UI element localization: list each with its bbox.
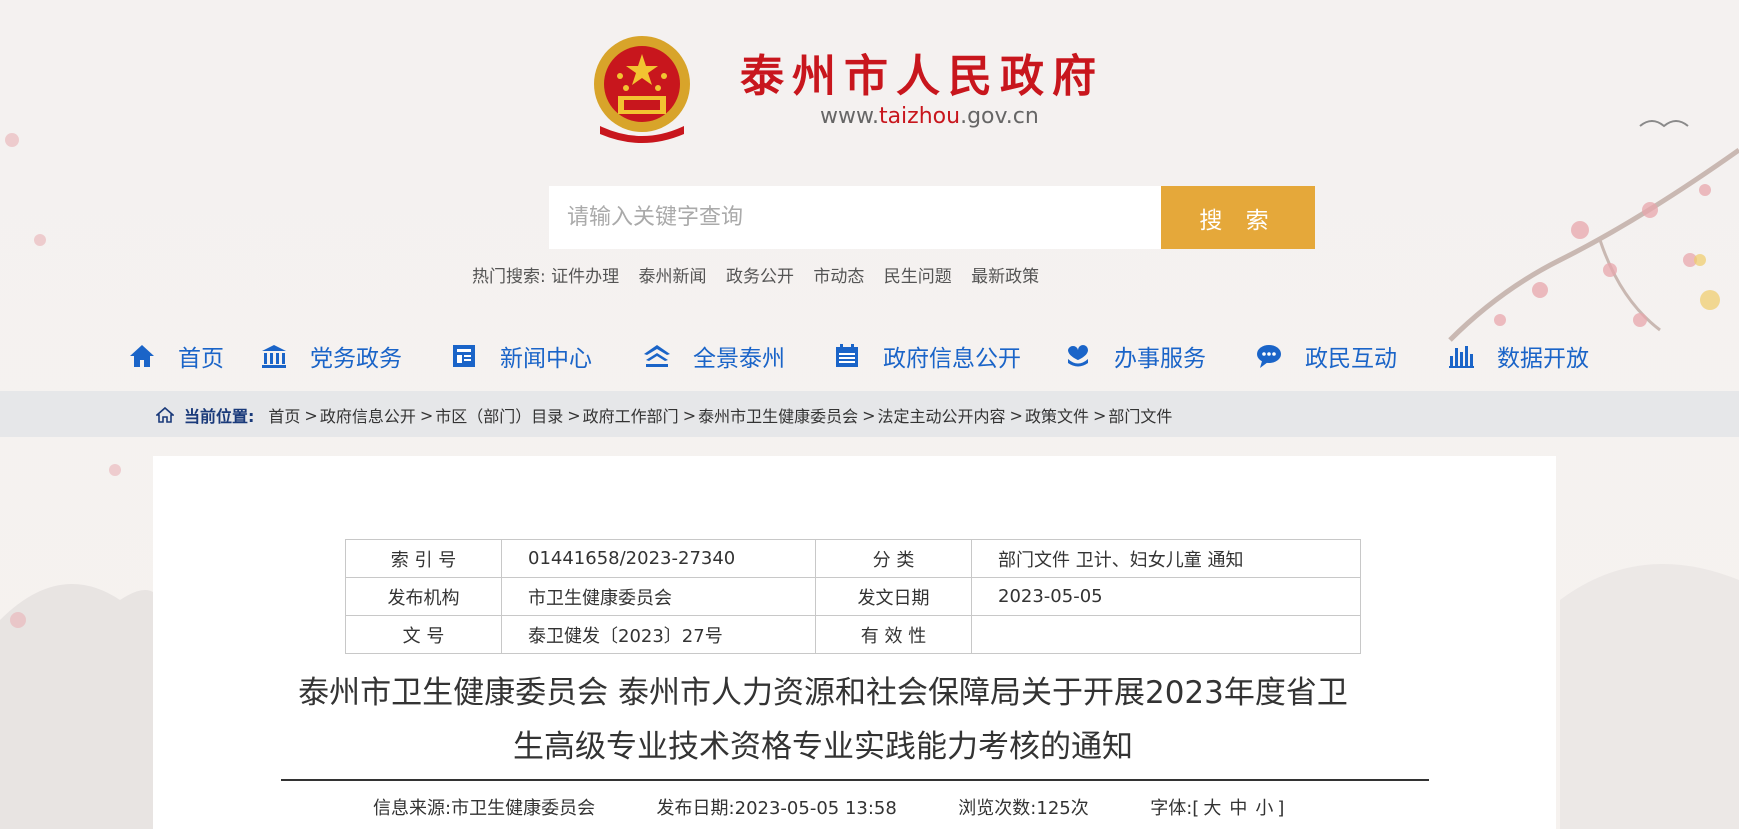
hot-search-item[interactable]: 证件办理 xyxy=(551,267,619,287)
nav-item-label: 新闻中心 xyxy=(500,346,592,372)
document-title: 泰州市卫生健康委员会 泰州市人力资源和社会保障局关于开展2023年度省卫 生高级… xyxy=(253,666,1393,774)
doc-no-label: 文 号 xyxy=(345,615,502,654)
nav-item-home[interactable]: 首页 xyxy=(128,338,224,374)
font-bracket: [ xyxy=(1192,798,1200,819)
hot-search-item[interactable]: 民生问题 xyxy=(884,267,952,287)
site-url: www.taizhou.gov.cn xyxy=(820,104,1039,129)
national-emblem-logo xyxy=(590,34,694,144)
search-input[interactable] xyxy=(549,186,1161,249)
publish-date-value: 2023-05-05 13:58 xyxy=(734,798,897,819)
font-size-label: 字体: xyxy=(1150,798,1193,819)
breadcrumb-separator: > xyxy=(567,405,581,425)
metadata-table: 索 引 号 01441658/2023-27340 分 类 部门文件 卫计、妇女… xyxy=(345,539,1361,654)
nav-item-label: 政府信息公开 xyxy=(883,346,1021,372)
main-nav: 首页 党务政务 新闻中心 全景泰州 政府信息公开 办事服务 政民互动 数据开放 xyxy=(0,332,1739,380)
index-no-label: 索 引 号 xyxy=(345,539,502,578)
breadcrumb-item[interactable]: 政策文件 xyxy=(1025,403,1089,427)
breadcrumb-separator: > xyxy=(419,405,434,425)
breadcrumb-item[interactable]: 政府信息公开 xyxy=(320,403,416,427)
breadcrumb-separator: > xyxy=(1092,405,1107,425)
nav-item-label: 首页 xyxy=(178,346,224,372)
search-button[interactable]: 搜 索 xyxy=(1161,186,1315,249)
site-url-domain: taizhou xyxy=(878,104,961,129)
nav-item-label: 全景泰州 xyxy=(693,346,785,372)
hot-search-item[interactable]: 泰州新闻 xyxy=(639,267,707,287)
doc-no-value: 泰卫健发〔2023〕27号 xyxy=(501,615,816,654)
newspaper-icon xyxy=(453,345,475,367)
calendar-icon xyxy=(836,344,858,367)
nav-item-interaction[interactable]: 政民互动 xyxy=(1255,338,1397,374)
nav-item-label: 党务政务 xyxy=(310,346,402,372)
breadcrumb-item[interactable]: 市区（部门）目录 xyxy=(435,403,563,427)
nav-item-label: 政民互动 xyxy=(1305,346,1397,372)
breadcrumb: 当前位置: 首页 > 政府信息公开 > 市区（部门）目录 > 政府工作部门 > … xyxy=(156,403,1172,427)
views-value: 125次 xyxy=(1036,798,1089,819)
nav-item-open-data[interactable]: 数据开放 xyxy=(1447,338,1589,374)
issue-date-value: 2023-05-05 xyxy=(971,577,1361,616)
nav-item-party-affairs[interactable]: 党务政务 xyxy=(260,338,402,374)
nav-item-label: 数据开放 xyxy=(1497,346,1589,372)
nav-item-news-center[interactable]: 新闻中心 xyxy=(450,338,592,374)
home-outline-icon xyxy=(156,406,174,423)
validity-label: 有 效 性 xyxy=(815,615,972,654)
hot-search-item[interactable]: 政务公开 xyxy=(726,267,794,287)
font-size-small-button[interactable]: 小 xyxy=(1255,798,1273,819)
nav-item-gov-info[interactable]: 政府信息公开 xyxy=(833,338,1021,374)
breadcrumb-lead: 当前位置: xyxy=(184,407,255,426)
breadcrumb-item[interactable]: 泰州市卫生健康委员会 xyxy=(698,403,858,427)
table-row: 索 引 号 01441658/2023-27340 分 类 部门文件 卫计、妇女… xyxy=(345,539,1361,578)
font-bracket: ] xyxy=(1277,798,1285,819)
building-icon xyxy=(262,345,286,368)
service-hand-icon xyxy=(1068,345,1088,367)
site-url-suffix: .gov.cn xyxy=(960,104,1039,129)
source-value: 市卫生健康委员会 xyxy=(451,798,596,819)
publish-date-label: 发布日期: xyxy=(656,798,735,819)
breadcrumb-item[interactable]: 部门文件 xyxy=(1108,403,1172,427)
hot-search-label: 热门搜索: xyxy=(472,267,546,287)
publisher-value: 市卫生健康委员会 xyxy=(501,577,816,616)
hot-search-item[interactable]: 最新政策 xyxy=(971,267,1039,287)
breadcrumb-bar: 当前位置: 首页 > 政府信息公开 > 市区（部门）目录 > 政府工作部门 > … xyxy=(0,391,1739,437)
chat-icon xyxy=(1257,345,1281,368)
table-row: 文 号 泰卫健发〔2023〕27号 有 效 性 xyxy=(345,615,1361,654)
source-label: 信息来源: xyxy=(373,798,452,819)
document-title-line: 泰州市卫生健康委员会 泰州市人力资源和社会保障局关于开展2023年度省卫 xyxy=(298,675,1348,711)
issue-date-label: 发文日期 xyxy=(815,577,972,616)
table-row: 发布机构 市卫生健康委员会 发文日期 2023-05-05 xyxy=(345,577,1361,616)
article-panel: 索 引 号 01441658/2023-27340 分 类 部门文件 卫计、妇女… xyxy=(153,456,1556,829)
site-title: 泰州市人民政府 xyxy=(740,51,1104,102)
breadcrumb-separator: > xyxy=(304,405,318,425)
breadcrumb-item[interactable]: 法定主动公开内容 xyxy=(878,403,1006,427)
category-value: 部门文件 卫计、妇女儿童 通知 xyxy=(971,539,1361,578)
search-bar: 搜 索 xyxy=(549,186,1315,249)
breadcrumb-item[interactable]: 首页 xyxy=(268,403,300,427)
breadcrumb-item[interactable]: 政府工作部门 xyxy=(583,403,679,427)
nav-item-label: 办事服务 xyxy=(1114,346,1206,372)
font-size-medium-button[interactable]: 中 xyxy=(1229,798,1247,819)
index-no-value: 01441658/2023-27340 xyxy=(501,539,816,578)
home-icon xyxy=(130,345,154,367)
publisher-label: 发布机构 xyxy=(345,577,502,616)
site-url-prefix: www. xyxy=(820,104,879,129)
views-label: 浏览次数: xyxy=(958,798,1037,819)
category-label: 分 类 xyxy=(815,539,972,578)
breadcrumb-separator: > xyxy=(1009,405,1023,425)
hot-search-item[interactable]: 市动态 xyxy=(813,267,864,287)
nav-item-panorama[interactable]: 全景泰州 xyxy=(643,338,785,374)
breadcrumb-separator: > xyxy=(862,405,876,425)
font-size-large-button[interactable]: 大 xyxy=(1203,798,1221,819)
bar-chart-icon xyxy=(1449,346,1474,368)
validity-value xyxy=(971,615,1361,654)
landscape-icon xyxy=(644,345,670,367)
hot-search: 热门搜索: 证件办理 泰州新闻 政务公开 市动态 民生问题 最新政策 xyxy=(472,262,1053,287)
site-header: 泰州市人民政府 www.taizhou.gov.cn xyxy=(0,0,1739,160)
title-divider xyxy=(281,779,1429,781)
document-info-bar: 信息来源:市卫生健康委员会 发布日期:2023-05-05 13:58 浏览次数… xyxy=(373,794,1284,820)
breadcrumb-separator: > xyxy=(682,405,697,425)
document-title-line: 生高级专业技术资格专业实践能力考核的通知 xyxy=(513,729,1133,765)
nav-item-services[interactable]: 办事服务 xyxy=(1064,338,1206,374)
